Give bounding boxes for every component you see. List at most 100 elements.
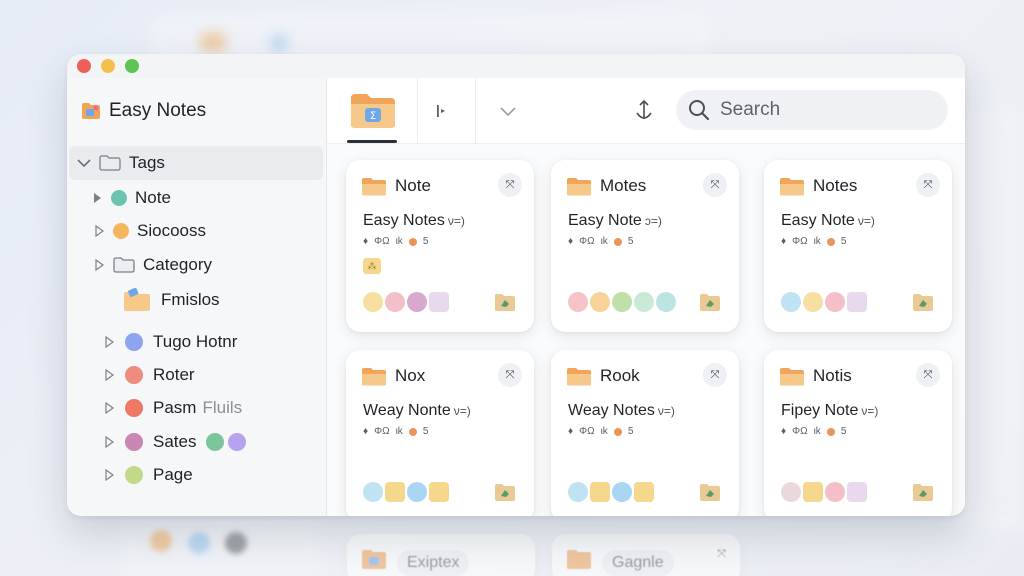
folder-icon xyxy=(567,178,591,196)
tag-folder-icon[interactable] xyxy=(494,482,516,502)
card-move-icon[interactable]: ⤧ xyxy=(916,173,940,197)
color-chip[interactable] xyxy=(363,292,383,312)
note-card[interactable]: Notis ⤧ Fipey Note ν=) ♦ ΦΩ ιk 5 xyxy=(764,350,952,516)
color-chip[interactable] xyxy=(568,482,588,502)
search-bar[interactable] xyxy=(676,90,948,130)
color-chip[interactable] xyxy=(847,292,867,312)
card-move-icon[interactable]: ⤧ xyxy=(916,363,940,387)
card-title-suffix: ν=) xyxy=(657,404,675,418)
card-meta: ♦ ΦΩ ιk 5 xyxy=(781,426,846,437)
meta-glyph: ιk xyxy=(600,426,608,437)
meta-glyph: ♦ xyxy=(568,236,574,247)
anchor-icon[interactable] xyxy=(633,99,655,122)
sidebar-item-label: Siocooss xyxy=(137,221,206,240)
sidebar-item-label: Tugo Hotnr xyxy=(153,332,238,351)
note-card[interactable]: Nox ⤧ Weay Nonte ν=) ♦ ΦΩ ιk 5 xyxy=(346,350,534,516)
caret-right-outline-icon[interactable] xyxy=(103,469,115,481)
card-title-suffix: ν=) xyxy=(453,404,471,418)
color-chip[interactable] xyxy=(803,292,823,312)
sidebar-item-tugo-hotnr[interactable]: Tugo Hotnr xyxy=(103,332,237,352)
sidebar-item-label: Roter xyxy=(153,365,195,384)
tag-folder-icon[interactable] xyxy=(912,482,934,502)
sidebar-tags-header[interactable]: Tags xyxy=(69,146,323,180)
search-input[interactable] xyxy=(720,99,920,121)
color-chip[interactable] xyxy=(612,292,632,312)
meta-glyph: ΦΩ xyxy=(579,426,595,437)
color-chip[interactable] xyxy=(429,292,449,312)
sidebar-item-fmislos[interactable]: Fmislos xyxy=(123,288,220,312)
color-chip[interactable] xyxy=(634,482,654,502)
card-move-icon[interactable]: ⤧ xyxy=(498,363,522,387)
close-window-button[interactable] xyxy=(77,59,91,73)
card-folder-name: Note xyxy=(395,176,431,195)
search-icon xyxy=(689,100,710,121)
active-tab-indicator xyxy=(347,140,397,143)
color-chip[interactable] xyxy=(363,482,383,502)
card-move-icon[interactable]: ⤧ xyxy=(498,173,522,197)
note-card[interactable]: Notes ⤧ Easy Note ν=) ♦ ΦΩ ιk 5 xyxy=(764,160,952,332)
sidebar-item-label: Note xyxy=(135,188,171,207)
color-chip[interactable] xyxy=(568,292,588,312)
folder-icon xyxy=(780,368,804,386)
color-chip[interactable] xyxy=(803,482,823,502)
caret-right-outline-icon[interactable] xyxy=(93,259,105,271)
color-chip[interactable] xyxy=(847,482,867,502)
caret-right-outline-icon[interactable] xyxy=(103,436,115,448)
chevron-down-icon[interactable] xyxy=(77,158,91,168)
sidebar-item-category[interactable]: Category xyxy=(93,255,212,275)
meta-glyph: ♦ xyxy=(781,236,787,247)
color-chip[interactable] xyxy=(429,482,449,502)
color-chip[interactable] xyxy=(656,292,676,312)
card-move-icon[interactable]: ⤧ xyxy=(703,173,727,197)
card-move-icon[interactable]: ⤧ xyxy=(703,363,727,387)
color-chip[interactable] xyxy=(825,292,845,312)
sidebar-item-siocooss[interactable]: Siocooss xyxy=(93,221,206,241)
caret-right-outline-icon[interactable] xyxy=(93,225,105,237)
sidebar-item-pasm[interactable]: Pasm Fluils xyxy=(103,398,242,418)
caret-right-outline-icon[interactable] xyxy=(103,402,115,414)
sidebar-item-sates[interactable]: Sates xyxy=(103,432,247,452)
zoom-window-button[interactable] xyxy=(125,59,139,73)
tag-folder-icon[interactable] xyxy=(912,292,934,312)
color-chip[interactable] xyxy=(825,482,845,502)
card-title-text: Weay Notes xyxy=(568,402,655,419)
card-header: Notis xyxy=(779,366,852,386)
color-chip[interactable] xyxy=(634,292,654,312)
color-chip[interactable] xyxy=(385,482,405,502)
tag-folder-icon[interactable] xyxy=(699,292,721,312)
app-logo-icon xyxy=(82,103,100,119)
background-folder-icon xyxy=(200,32,226,52)
tag-folder-icon[interactable] xyxy=(699,482,721,502)
color-chip[interactable] xyxy=(590,482,610,502)
meta-glyph: 5 xyxy=(840,236,847,247)
svg-text:ⵉ: ⵉ xyxy=(370,111,376,122)
note-card[interactable]: Note ⤧ Easy Notes ν=) ♦ ΦΩ ιk 5 ⁂ xyxy=(346,160,534,332)
caret-right-outline-icon[interactable] xyxy=(103,336,115,348)
color-chip[interactable] xyxy=(781,482,801,502)
color-chip[interactable] xyxy=(385,292,405,312)
color-chip[interactable] xyxy=(407,482,427,502)
note-card[interactable]: Rook ⤧ Weay Notes ν=) ♦ ΦΩ ιk 5 xyxy=(551,350,739,516)
tag-folder-icon[interactable] xyxy=(494,292,516,312)
card-folder-name: Notes xyxy=(813,176,858,195)
meta-dot xyxy=(613,237,622,246)
minimize-window-button[interactable] xyxy=(101,59,115,73)
sidebar-item-page[interactable]: Page xyxy=(103,465,193,485)
color-chip[interactable] xyxy=(781,292,801,312)
caret-right-icon[interactable] xyxy=(91,192,103,204)
play-step-icon[interactable] xyxy=(431,100,453,122)
color-chip[interactable] xyxy=(407,292,427,312)
app-header: Easy Notes xyxy=(81,100,206,122)
folder-badge-icon[interactable]: ⵉ xyxy=(349,90,397,130)
card-meta: ♦ ΦΩ ιk 5 xyxy=(781,236,846,247)
caret-right-outline-icon[interactable] xyxy=(103,369,115,381)
chevron-down-icon[interactable] xyxy=(497,100,519,122)
sidebar-item-roter[interactable]: Roter xyxy=(103,365,195,385)
color-chip[interactable] xyxy=(590,292,610,312)
folder-outline-icon xyxy=(113,257,135,273)
card-chips xyxy=(363,482,449,502)
color-chip[interactable] xyxy=(612,482,632,502)
sidebar-item-note[interactable]: Note xyxy=(91,188,171,208)
note-card[interactable]: Motes ⤧ Easy Note ↄ=) ♦ ΦΩ ιk 5 xyxy=(551,160,739,332)
card-meta: ♦ ΦΩ ιk 5 xyxy=(363,426,428,437)
